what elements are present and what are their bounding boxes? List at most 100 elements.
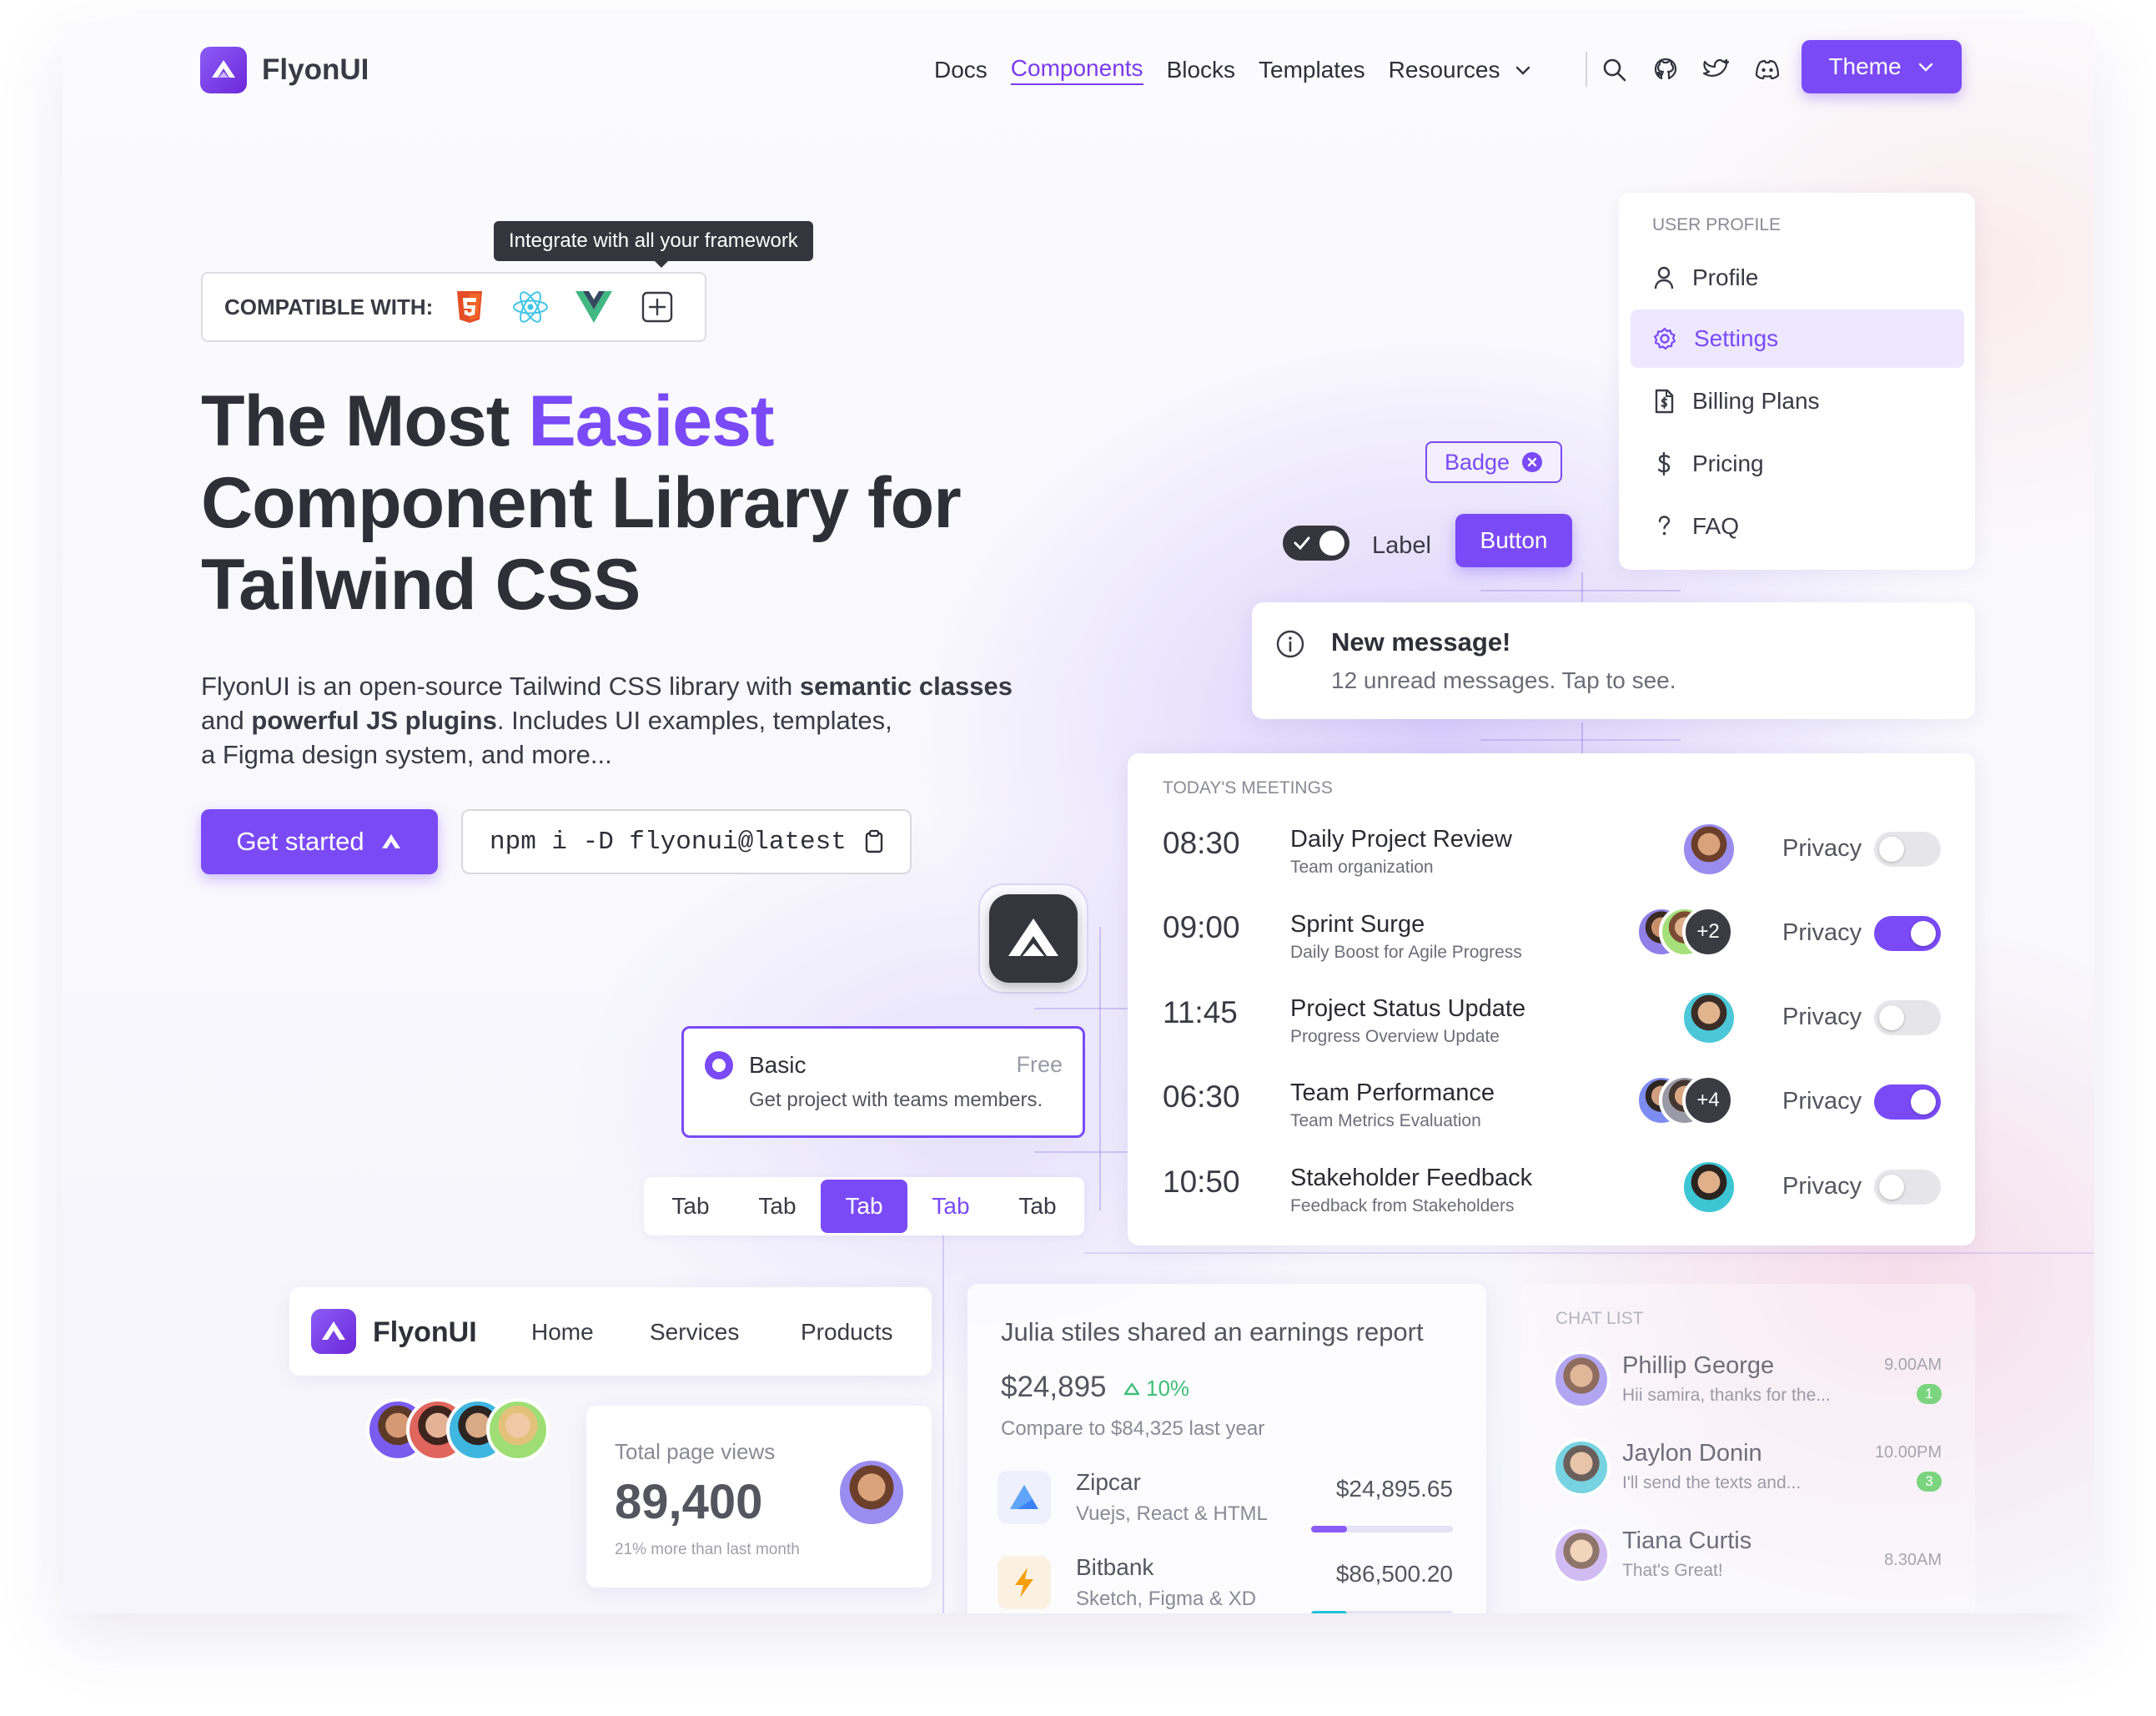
meeting-subtitle: Team organization bbox=[1290, 858, 1434, 877]
nav-templates[interactable]: Templates bbox=[1259, 57, 1365, 83]
mini-nav-products[interactable]: Products bbox=[801, 1319, 893, 1346]
mini-nav-home[interactable]: Home bbox=[531, 1319, 594, 1346]
github-icon[interactable] bbox=[1652, 57, 1679, 83]
menu-item-settings[interactable]: Settings bbox=[1631, 309, 1964, 368]
toggle-knob bbox=[1911, 921, 1936, 946]
avatar[interactable] bbox=[1552, 1438, 1611, 1497]
top-nav: Docs Components Blocks Templates Resourc… bbox=[934, 53, 1532, 87]
toggle-knob bbox=[1911, 1089, 1936, 1115]
plus-square-icon[interactable] bbox=[641, 291, 673, 323]
chat-name[interactable]: Jaylon Donin bbox=[1622, 1440, 1762, 1467]
nav-blocks[interactable]: Blocks bbox=[1167, 57, 1235, 83]
chevron-down-icon[interactable] bbox=[1514, 61, 1532, 79]
menu-item-billing[interactable]: Billing Plans bbox=[1619, 372, 1952, 430]
avatar[interactable] bbox=[1552, 1351, 1611, 1409]
label-toggle[interactable] bbox=[1283, 526, 1349, 561]
search-icon[interactable] bbox=[1601, 57, 1628, 83]
stats-value: 89,400 bbox=[615, 1475, 763, 1529]
desc-text: and bbox=[201, 706, 252, 735]
menu-item-faq[interactable]: FAQ bbox=[1619, 497, 1952, 556]
mini-logo-icon[interactable] bbox=[311, 1309, 356, 1354]
get-started-button[interactable]: Get started bbox=[201, 809, 438, 874]
progress-track bbox=[1311, 1611, 1453, 1613]
vue-icon[interactable] bbox=[575, 290, 613, 324]
avatar-more-count: +4 bbox=[1696, 1089, 1720, 1111]
avatar-group bbox=[366, 1398, 558, 1465]
privacy-label: Privacy bbox=[1782, 1173, 1862, 1200]
chat-heading: CHAT LIST bbox=[1555, 1309, 1644, 1328]
meeting-time: 06:30 bbox=[1163, 1079, 1240, 1114]
mini-navbar: FlyonUI Home Services Products bbox=[289, 1287, 932, 1376]
privacy-toggle[interactable] bbox=[1874, 832, 1941, 867]
nav-resources[interactable]: Resources bbox=[1389, 57, 1500, 83]
alert-title: New message! bbox=[1331, 627, 1511, 657]
nav-docs[interactable]: Docs bbox=[934, 57, 988, 83]
react-icon[interactable] bbox=[511, 289, 550, 325]
gear-icon bbox=[1652, 326, 1677, 351]
tab-3-active[interactable]: Tab bbox=[821, 1180, 907, 1233]
nav-divider bbox=[1586, 52, 1587, 87]
app-icon[interactable] bbox=[978, 883, 1088, 994]
mini-brand[interactable]: FlyonUI bbox=[373, 1316, 477, 1349]
earnings-compare: Compare to $84,325 last year bbox=[1001, 1417, 1265, 1440]
earning-item-tech: Vuejs, React & HTML bbox=[1076, 1502, 1268, 1525]
menu-item-pricing[interactable]: Pricing bbox=[1619, 435, 1952, 493]
radio-button[interactable] bbox=[705, 1051, 733, 1079]
dollar-icon bbox=[1652, 451, 1676, 476]
avatar[interactable] bbox=[1552, 1526, 1611, 1584]
tab-2[interactable]: Tab bbox=[734, 1193, 821, 1220]
badge[interactable]: Badge bbox=[1425, 441, 1562, 483]
privacy-toggle[interactable] bbox=[1874, 1170, 1941, 1205]
meeting-title: Project Status Update bbox=[1290, 995, 1526, 1022]
privacy-label: Privacy bbox=[1782, 1004, 1862, 1030]
privacy-label: Privacy bbox=[1782, 1088, 1862, 1115]
discord-icon[interactable] bbox=[1753, 57, 1782, 83]
install-command-text: npm i -D flyonui@latest bbox=[490, 827, 847, 857]
chat-message: I'll send the texts and... bbox=[1622, 1473, 1802, 1492]
message-alert[interactable]: New message! 12 unread messages. Tap to … bbox=[1252, 602, 1975, 719]
mini-nav-services[interactable]: Services bbox=[650, 1319, 739, 1346]
logo-text: FlyonUI bbox=[262, 53, 369, 86]
file-dollar-icon bbox=[1652, 389, 1676, 414]
guide-line bbox=[1099, 927, 1101, 1210]
privacy-toggle[interactable] bbox=[1874, 1084, 1941, 1120]
bitbank-icon bbox=[998, 1556, 1051, 1609]
tab-5[interactable]: Tab bbox=[994, 1193, 1081, 1220]
demo-button[interactable]: Button bbox=[1455, 514, 1572, 567]
hero-description: FlyonUI is an open-source Tailwind CSS l… bbox=[201, 669, 1085, 772]
privacy-toggle[interactable] bbox=[1874, 916, 1941, 951]
twitter-icon[interactable] bbox=[1702, 57, 1731, 83]
nav-components[interactable]: Components bbox=[1010, 55, 1143, 85]
meeting-title: Sprint Surge bbox=[1290, 911, 1425, 938]
demo-button-label: Button bbox=[1480, 527, 1548, 553]
avatar-more: +4 bbox=[1682, 1074, 1734, 1126]
copy-icon[interactable] bbox=[863, 829, 885, 854]
chat-name[interactable]: Tiana Curtis bbox=[1622, 1527, 1751, 1555]
theme-button[interactable]: Theme bbox=[1802, 40, 1962, 93]
earning-item-value: $86,500.20 bbox=[1335, 1561, 1453, 1587]
install-command[interactable]: npm i -D flyonui@latest bbox=[461, 809, 912, 874]
close-icon[interactable] bbox=[1521, 451, 1543, 473]
tab-4[interactable]: Tab bbox=[907, 1193, 994, 1220]
html5-icon[interactable] bbox=[455, 290, 485, 324]
plan-price: Free bbox=[1016, 1052, 1063, 1077]
badge-label: Badge bbox=[1444, 449, 1510, 475]
earning-item-name: Zipcar bbox=[1076, 1469, 1141, 1495]
chat-message: Hii samira, thanks for the... bbox=[1622, 1386, 1831, 1405]
desc-bold: semantic classes bbox=[799, 672, 1013, 701]
chat-time: 8.30AM bbox=[1884, 1551, 1942, 1569]
privacy-label: Privacy bbox=[1782, 835, 1862, 862]
menu-item-label: Pricing bbox=[1692, 450, 1764, 476]
user-profile-menu: USER PROFILE Profile Settings Billing Pl… bbox=[1619, 193, 1975, 570]
compatible-label: COMPATIBLE WITH: bbox=[224, 294, 434, 320]
privacy-toggle[interactable] bbox=[1874, 1000, 1941, 1035]
avatar bbox=[486, 1398, 550, 1462]
tab-1[interactable]: Tab bbox=[647, 1193, 734, 1220]
menu-item-profile[interactable]: Profile bbox=[1619, 249, 1952, 307]
info-icon bbox=[1275, 629, 1305, 659]
plan-radio-card[interactable]: Basic Free Get project with teams member… bbox=[681, 1026, 1085, 1138]
logo[interactable]: FlyonUI bbox=[200, 45, 369, 95]
chat-name[interactable]: Phillip George bbox=[1622, 1352, 1774, 1380]
meeting-title: Stakeholder Feedback bbox=[1290, 1165, 1533, 1191]
tab-bar: Tab Tab Tab Tab Tab bbox=[644, 1177, 1084, 1235]
